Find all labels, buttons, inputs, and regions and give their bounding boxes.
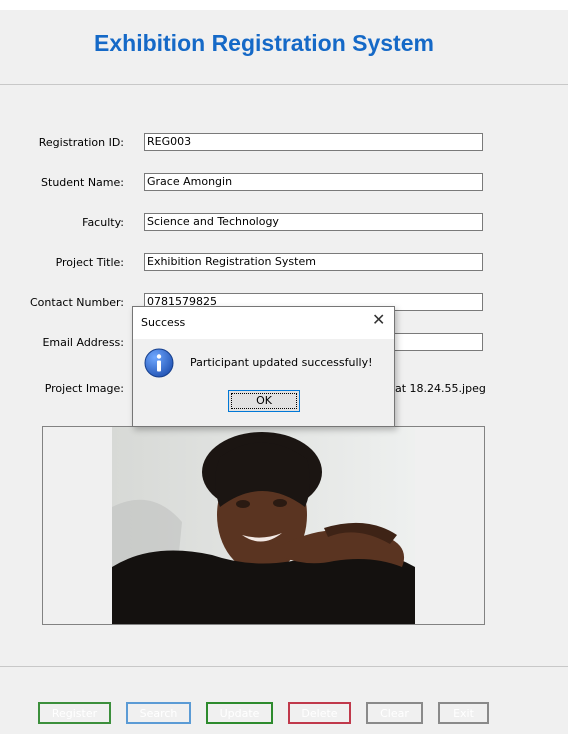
project-title-field[interactable]: Exhibition Registration System [144, 253, 483, 271]
dialog-title: Success [141, 316, 186, 329]
footer-divider [0, 666, 568, 667]
project-image-label: Project Image: [44, 382, 124, 395]
faculty-label: Faculty: [82, 216, 124, 229]
register-button[interactable]: Register [38, 702, 111, 724]
update-button[interactable]: Update [206, 702, 273, 724]
header: Exhibition Registration System [0, 10, 568, 85]
dialog-message: Participant updated successfully! [190, 356, 373, 369]
page-title: Exhibition Registration System [94, 30, 434, 56]
project-image-filename: at 18.24.55.jpeg [395, 382, 486, 395]
close-icon[interactable]: ✕ [372, 312, 385, 328]
registration-id-field[interactable]: REG003 [144, 133, 483, 151]
info-icon [144, 348, 174, 378]
faculty-field[interactable]: Science and Technology [144, 213, 483, 231]
student-name-label: Student Name: [41, 176, 124, 189]
student-name-field[interactable]: Grace Amongin [144, 173, 483, 191]
dialog-body: Participant updated successfully! OK [133, 339, 394, 426]
clear-button[interactable]: Clear [366, 702, 423, 724]
delete-button[interactable]: Delete [288, 702, 351, 724]
project-image-panel [42, 426, 485, 625]
main-window: Exhibition Registration System Registrat… [0, 10, 568, 734]
project-title-label: Project Title: [55, 256, 124, 269]
success-dialog: Success ✕ Participant updated successful… [132, 306, 395, 427]
project-photo [112, 427, 415, 624]
registration-id-label: Registration ID: [38, 136, 124, 149]
email-address-label: Email Address: [42, 336, 124, 349]
exit-button[interactable]: Exit [438, 702, 489, 724]
ok-focus-ring [231, 393, 297, 409]
contact-number-label: Contact Number: [30, 296, 124, 309]
search-button[interactable]: Search [126, 702, 191, 724]
ok-button[interactable]: OK [228, 390, 300, 412]
